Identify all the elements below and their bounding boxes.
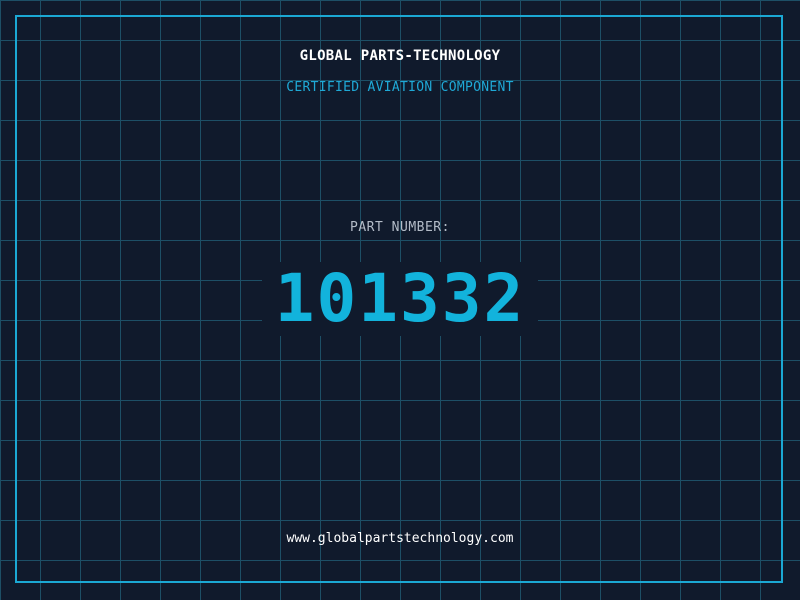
- company-name: GLOBAL PARTS-TECHNOLOGY: [299, 48, 501, 64]
- website-url: www.globalpartstechnology.com: [286, 531, 514, 546]
- certification-tagline: CERTIFIED AVIATION COMPONENT: [286, 80, 514, 95]
- part-number-label: PART NUMBER:: [350, 220, 450, 235]
- part-number-value: 101332: [262, 262, 538, 336]
